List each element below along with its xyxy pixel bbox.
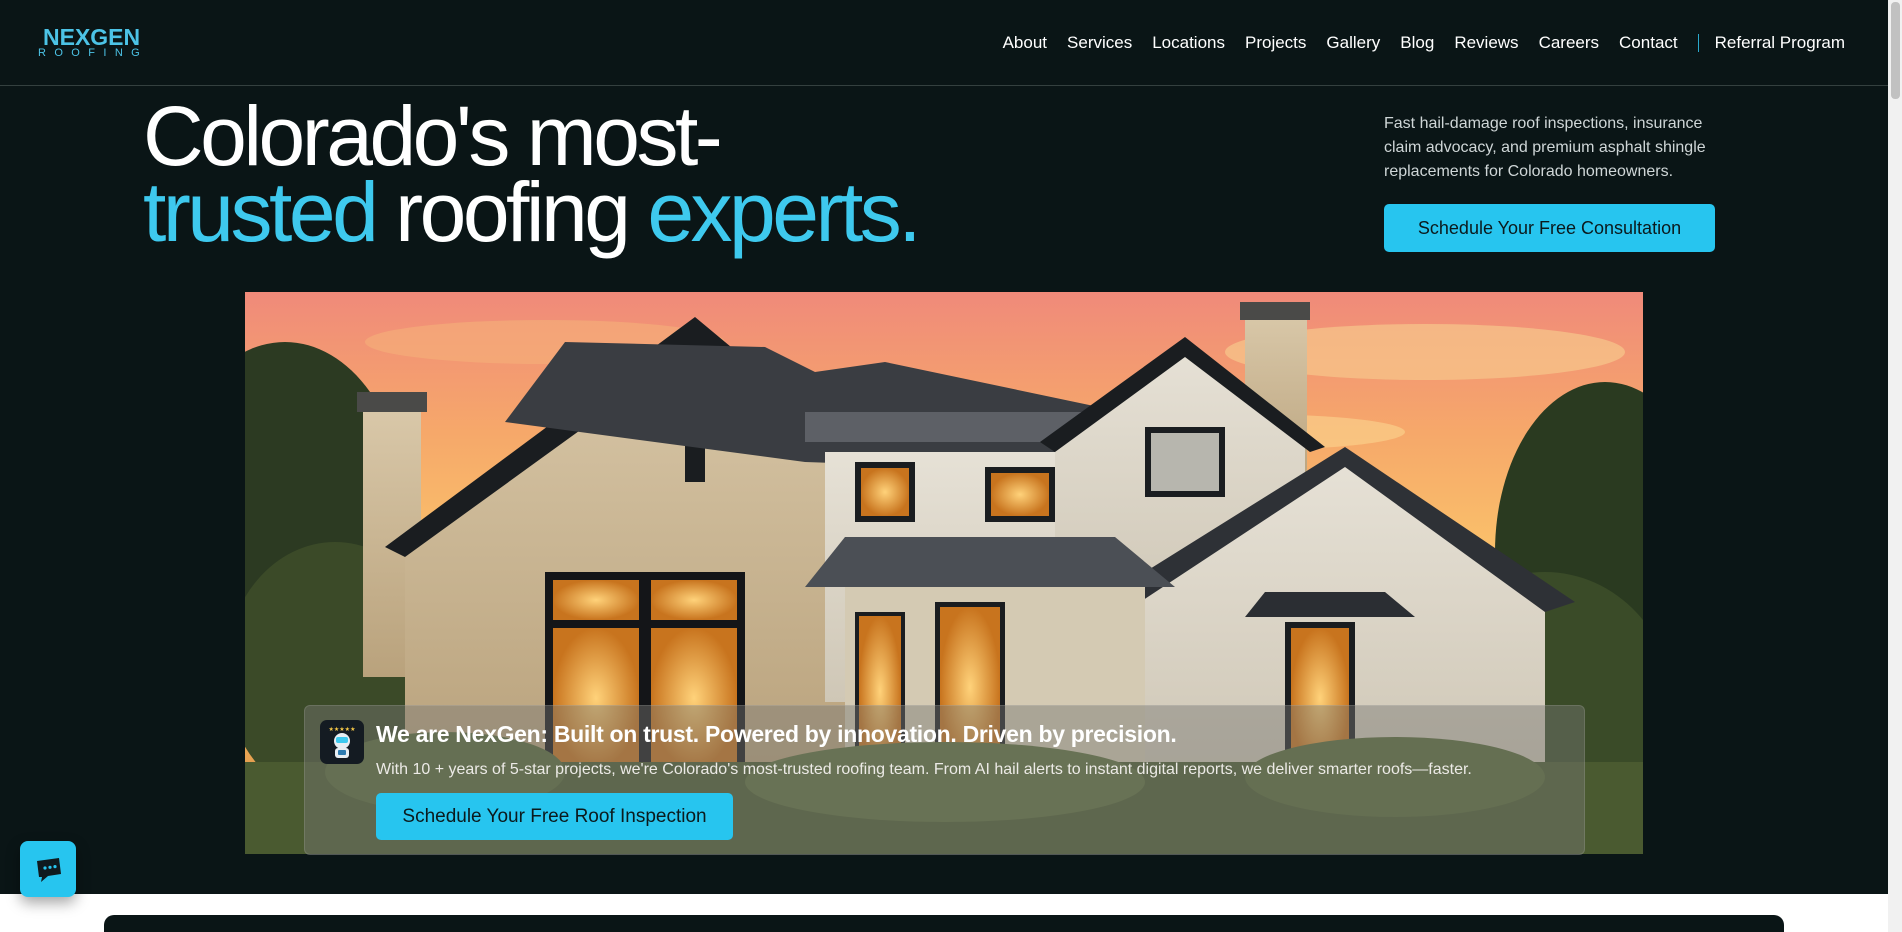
- hero-description: Fast hail-damage roof inspections, insur…: [1384, 115, 1706, 180]
- chat-bubble-icon: [37, 858, 61, 882]
- nav-locations[interactable]: Locations: [1152, 32, 1225, 54]
- nav-contact[interactable]: Contact: [1619, 32, 1678, 54]
- nav-projects[interactable]: Projects: [1245, 32, 1306, 54]
- nav-careers[interactable]: Careers: [1539, 32, 1599, 54]
- next-section-panel: [104, 915, 1784, 932]
- nav-reviews[interactable]: Reviews: [1454, 32, 1518, 54]
- intro-card-title: We are NexGen: Built on trust. Powered b…: [376, 721, 1177, 747]
- intro-card: ★★★★★ We are NexGen: Built on trust. Pow…: [304, 705, 1585, 855]
- chat-widget-button[interactable]: [20, 841, 76, 897]
- main-nav: About Services Locations Projects Galler…: [983, 32, 1845, 54]
- svg-text:★★★★★: ★★★★★: [329, 726, 356, 733]
- page-scrollbar[interactable]: [1888, 0, 1902, 932]
- nav-about[interactable]: About: [1003, 32, 1047, 54]
- hero-heading-trusted: trusted: [143, 165, 379, 259]
- site-header: NEXGEN ROOFING About Services Locations …: [0, 0, 1888, 86]
- intro-card-text: With 10 + years of 5-star projects, we'r…: [376, 761, 1472, 778]
- nav-divider: [1697, 34, 1699, 52]
- nexgen-logo[interactable]: NEXGEN ROOFING: [37, 24, 155, 59]
- hero-heading-roofing: roofing: [375, 165, 648, 259]
- hero-heading: Colorado's most- trusted roofing experts…: [143, 94, 922, 254]
- page: NEXGEN ROOFING About Services Locations …: [0, 0, 1902, 932]
- scrollbar-thumb[interactable]: [1891, 2, 1900, 99]
- robot-mascot-icon: ★★★★★: [320, 720, 364, 764]
- hero-heading-experts: experts.: [647, 165, 921, 259]
- nav-services[interactable]: Services: [1067, 32, 1132, 54]
- nav-gallery[interactable]: Gallery: [1326, 32, 1380, 54]
- logo-subtitle: ROOFING: [38, 47, 149, 59]
- nav-referral-program[interactable]: Referral Program: [1715, 32, 1845, 54]
- schedule-consultation-button[interactable]: Schedule Your Free Consultation: [1384, 204, 1715, 252]
- logo-wordmark: NEXGEN: [43, 24, 141, 50]
- schedule-roof-inspection-button[interactable]: Schedule Your Free Roof Inspection: [376, 793, 733, 840]
- nav-blog[interactable]: Blog: [1400, 32, 1434, 54]
